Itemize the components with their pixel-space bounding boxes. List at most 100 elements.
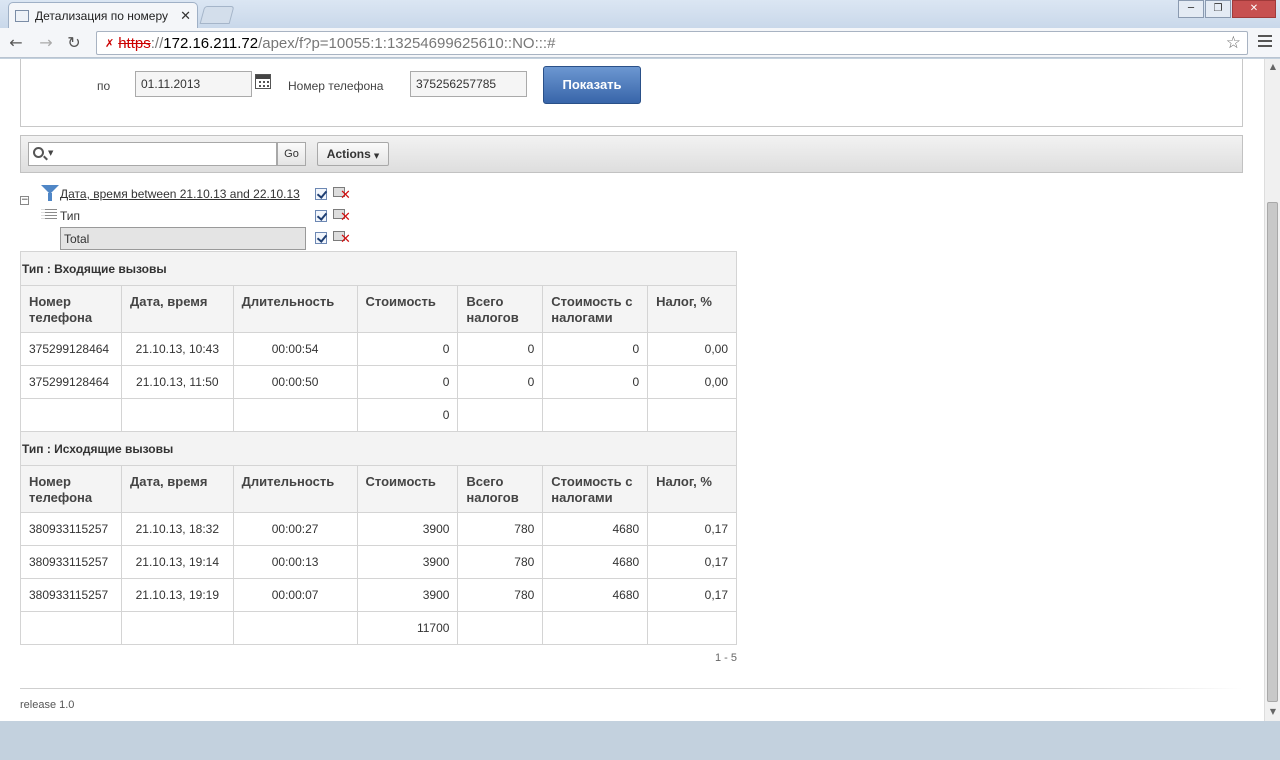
column-header[interactable]: Номер телефона	[20, 465, 122, 513]
cell-taxes: 0	[457, 332, 544, 366]
address-bar[interactable]: ✗ https :// 172.16.211.72 /apex/f?p=1005…	[96, 31, 1248, 55]
cell-tax-percent: 0,17	[647, 545, 737, 579]
collapse-icon[interactable]: −	[20, 196, 29, 205]
back-arrow-icon[interactable]: ←	[6, 33, 26, 53]
cell-datetime: 21.10.13, 10:43	[120, 332, 234, 366]
column-header[interactable]: Стоимость	[356, 285, 459, 333]
table-row: 380933115257 21.10.13, 19:19 00:00:07 39…	[20, 578, 737, 612]
column-header[interactable]: Налог, %	[647, 465, 737, 513]
cell-cost: 3900	[356, 578, 459, 612]
remove-filter-icon[interactable]: ✕	[333, 186, 353, 202]
cell-cost: 0	[356, 365, 459, 399]
cell-phone: 375299128464	[20, 332, 122, 366]
desktop-background	[0, 721, 1280, 760]
cell-phone: 380933115257	[20, 545, 122, 579]
url-host: 172.16.211.72	[163, 34, 259, 52]
cell-cost-with-taxes: 4680	[542, 578, 649, 612]
remove-aggregate-icon[interactable]: ✕	[333, 230, 353, 246]
column-header-row: Номер телефона Дата, время Длительность …	[20, 285, 737, 333]
tab-close-icon[interactable]: ✕	[180, 8, 191, 24]
cell-datetime: 21.10.13, 11:50	[120, 365, 234, 399]
scroll-up-icon[interactable]: ▲	[1268, 62, 1278, 71]
maximize-button[interactable]: ❐	[1205, 0, 1231, 18]
cell-datetime: 21.10.13, 19:14	[120, 545, 234, 579]
column-header[interactable]: Налог, %	[647, 285, 737, 333]
actions-menu-button[interactable]: Actions ▼	[317, 142, 389, 166]
browser-tab[interactable]: Детализация по номеру ✕	[8, 2, 198, 28]
forward-arrow-icon[interactable]: →	[36, 33, 56, 53]
cell-taxes: 780	[457, 545, 544, 579]
total-enable-checkbox[interactable]	[315, 232, 327, 244]
column-header[interactable]: Всего налогов	[457, 465, 544, 513]
phone-label: Номер телефона	[288, 79, 384, 93]
column-header[interactable]: Дата, время	[120, 465, 234, 513]
cell-cost-with-taxes: 0	[542, 365, 649, 399]
close-window-button[interactable]: ✕	[1232, 0, 1276, 18]
cell-datetime: 21.10.13, 18:32	[120, 512, 234, 546]
release-label: release 1.0	[20, 699, 75, 711]
report-toolbar: ▼ Go Actions ▼	[20, 135, 1243, 173]
calendar-icon[interactable]	[255, 74, 271, 89]
filter-funnel-icon	[41, 185, 59, 201]
bookmark-star-icon[interactable]: ☆	[1226, 33, 1241, 53]
cost-total: 11700	[356, 611, 459, 645]
report-table: Тип : Входящие вызовы Номер телефона Дат…	[20, 251, 737, 645]
search-input[interactable]: ▼	[28, 142, 277, 166]
column-header[interactable]: Длительность	[232, 285, 358, 333]
control-break-icon	[41, 209, 57, 221]
total-row: 11700	[20, 611, 737, 645]
control-break-label: Тип	[60, 209, 81, 223]
column-header[interactable]: Стоимость с налогами	[542, 465, 649, 513]
new-tab-button[interactable]	[199, 6, 235, 24]
show-button[interactable]: Показать	[543, 66, 641, 104]
break-enable-checkbox[interactable]	[315, 210, 327, 222]
column-header[interactable]: Стоимость с налогами	[542, 285, 649, 333]
window-titlebar: Детализация по номеру ✕ ─ ❐ ✕	[0, 0, 1280, 28]
cell-cost-with-taxes: 4680	[542, 545, 649, 579]
group-title: Тип : Исходящие вызовы	[20, 431, 737, 466]
search-icon[interactable]	[33, 147, 44, 158]
search-column-dropdown-icon[interactable]: ▼	[48, 149, 53, 157]
browser-menu-icon[interactable]	[1258, 35, 1272, 50]
pagination-info: 1 - 5	[715, 652, 738, 664]
column-header[interactable]: Стоимость	[356, 465, 459, 513]
total-row: 0	[20, 398, 737, 432]
cell-duration: 00:00:50	[232, 365, 358, 399]
remove-break-icon[interactable]: ✕	[333, 208, 353, 224]
url-scheme: https	[118, 34, 151, 52]
phone-input[interactable]: 375256257785	[410, 71, 527, 97]
vertical-scrollbar[interactable]: ▲ ▼	[1264, 59, 1280, 721]
scroll-down-icon[interactable]: ▼	[1268, 707, 1278, 716]
column-header[interactable]: Номер телефона	[20, 285, 122, 333]
column-header[interactable]: Дата, время	[120, 285, 234, 333]
cell-tax-percent: 0,00	[647, 332, 737, 366]
page-content: по 01.11.2013 Номер телефона 37525625778…	[0, 59, 1264, 721]
filter-enable-checkbox[interactable]	[315, 188, 327, 200]
footer-divider	[20, 688, 1243, 689]
cell-taxes: 780	[457, 578, 544, 612]
column-header[interactable]: Длительность	[232, 465, 358, 513]
date-to-field[interactable]: 01.11.2013	[135, 71, 252, 97]
scrollbar-thumb[interactable]	[1267, 202, 1278, 702]
filter-condition-link[interactable]: Дата, время between 21.10.13 and 22.10.1…	[60, 187, 300, 201]
group-header: Тип : Входящие вызовы	[20, 251, 737, 286]
cell-taxes: 0	[457, 365, 544, 399]
cell-cost: 0	[356, 332, 459, 366]
cell-tax-percent: 0,17	[647, 512, 737, 546]
go-button[interactable]: Go	[277, 142, 306, 166]
actions-label: Actions	[326, 147, 371, 161]
cell-duration: 00:00:07	[232, 578, 358, 612]
cell-cost: 3900	[356, 545, 459, 579]
ssl-warning-icon: ✗	[105, 36, 115, 50]
cell-cost-with-taxes: 4680	[542, 512, 649, 546]
cell-cost-with-taxes: 0	[542, 332, 649, 366]
cost-total: 0	[356, 398, 459, 432]
url-separator: ://	[150, 34, 164, 52]
aggregate-total[interactable]: Total	[60, 227, 306, 250]
column-header[interactable]: Всего налогов	[457, 285, 544, 333]
column-header-row: Номер телефона Дата, время Длительность …	[20, 465, 737, 513]
minimize-button[interactable]: ─	[1178, 0, 1204, 18]
group-header: Тип : Исходящие вызовы	[20, 431, 737, 466]
reload-icon[interactable]: ↻	[64, 33, 84, 53]
cell-phone: 375299128464	[20, 365, 122, 399]
